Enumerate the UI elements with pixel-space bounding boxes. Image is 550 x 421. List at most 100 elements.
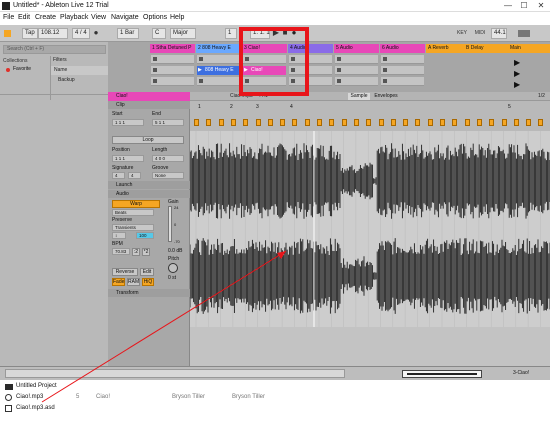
main-track[interactable]: Main ▶ ▶ ▶ <box>508 44 550 90</box>
waveform-display[interactable] <box>190 131 550 327</box>
audio-section-header[interactable]: Audio <box>108 190 190 198</box>
menu-options[interactable]: Options <box>143 14 167 21</box>
warp-marker[interactable] <box>390 119 396 126</box>
envelope-field[interactable]: 100 <box>136 232 154 239</box>
menu-view[interactable]: View <box>91 14 106 21</box>
midi-map-button[interactable]: MIDI <box>472 28 488 39</box>
warp-marker[interactable] <box>427 119 433 126</box>
collection-favorite[interactable]: Favorite <box>13 66 31 72</box>
menu-playback[interactable]: Playback <box>60 14 88 21</box>
fade-button[interactable]: Fade <box>112 278 125 286</box>
halve-tempo-button[interactable]: :2 <box>132 248 140 256</box>
stop-icon[interactable] <box>337 57 341 61</box>
warp-marker[interactable] <box>378 119 384 126</box>
stop-icon[interactable] <box>383 79 387 83</box>
clip-slot[interactable] <box>151 66 194 75</box>
warp-marker[interactable] <box>329 119 335 126</box>
length-field[interactable]: 4 0 0 <box>152 155 184 162</box>
clip-slot[interactable] <box>151 55 194 64</box>
warp-marker[interactable] <box>501 119 507 126</box>
track-1[interactable]: 1 Stha Detuned P <box>150 44 195 90</box>
warp-marker[interactable] <box>513 119 519 126</box>
gain-slider[interactable] <box>168 206 172 242</box>
warp-button[interactable]: Warp <box>112 200 160 208</box>
groove-select[interactable]: None <box>152 172 184 179</box>
scene-launch-icon[interactable]: ▶ <box>514 58 520 67</box>
beat-ruler[interactable]: 1 2 3 4 5 <box>190 101 550 131</box>
stop-icon[interactable] <box>153 68 157 72</box>
warp-marker[interactable] <box>255 119 261 126</box>
hiq-button[interactable]: HiQ <box>142 278 154 286</box>
warp-marker[interactable] <box>440 119 445 126</box>
key-map-button[interactable]: KEY <box>455 28 469 39</box>
filters-toggle[interactable]: Filters <box>53 57 67 63</box>
link-icon[interactable] <box>4 30 11 37</box>
ram-button[interactable]: RAM <box>127 278 140 286</box>
scene-launch-icon[interactable]: ▶ <box>514 69 520 78</box>
position-field[interactable]: 1 <box>225 28 237 39</box>
warp-marker[interactable] <box>526 119 532 126</box>
clip-slot[interactable] <box>381 55 424 64</box>
warp-marker[interactable] <box>194 119 199 126</box>
warp-marker[interactable] <box>292 119 298 126</box>
clip-name[interactable]: Ciao! <box>108 92 190 101</box>
close-button[interactable]: ✕ <box>535 1 547 10</box>
track-header[interactable]: 6 Audio <box>380 44 425 53</box>
file-name[interactable]: Ciao!.mp3.asd <box>16 405 55 411</box>
maximize-button[interactable]: ☐ <box>518 1 530 10</box>
stop-icon[interactable] <box>199 57 203 61</box>
scene-launch-icon[interactable]: ▶ <box>514 80 520 89</box>
stop-icon[interactable] <box>153 57 157 61</box>
clip-slot[interactable] <box>335 55 378 64</box>
position-field[interactable]: 1 1 1 <box>112 155 144 162</box>
menu-help[interactable]: Help <box>170 14 184 21</box>
warp-marker[interactable] <box>206 119 212 126</box>
bpm-field[interactable]: 70.83 <box>112 248 130 255</box>
stop-icon[interactable] <box>199 79 203 83</box>
track-header[interactable]: Main <box>508 44 550 53</box>
browser-search-input[interactable]: Search (Ctrl + F) <box>3 45 106 54</box>
warp-marker[interactable] <box>280 119 286 126</box>
clip-slot[interactable] <box>381 66 424 75</box>
minimize-button[interactable]: — <box>502 1 514 10</box>
menu-navigate[interactable]: Navigate <box>111 14 139 21</box>
warp-marker[interactable] <box>317 119 322 126</box>
clip-slot[interactable] <box>197 77 240 86</box>
selected-track-label[interactable]: 3-Ciao! <box>513 370 529 376</box>
overview-bar[interactable] <box>402 370 482 378</box>
stop-icon[interactable] <box>383 57 387 61</box>
stop-icon[interactable] <box>337 79 341 83</box>
clip-slot[interactable] <box>381 77 424 86</box>
warp-marker[interactable] <box>538 119 544 126</box>
warp-marker[interactable] <box>464 119 470 126</box>
warp-marker[interactable] <box>230 119 236 126</box>
warp-marker[interactable] <box>341 119 347 126</box>
clip-slot[interactable] <box>335 77 378 86</box>
warp-marker[interactable] <box>267 119 273 126</box>
clip-slot[interactable] <box>151 77 194 86</box>
name-column-header[interactable]: Name <box>51 66 108 75</box>
warp-marker[interactable] <box>304 119 310 126</box>
reverse-button[interactable]: Reverse <box>112 268 138 276</box>
loop-mode-select[interactable]: ↕ <box>112 232 126 239</box>
clip-section-header[interactable]: Clip <box>108 101 190 109</box>
clip-slot[interactable] <box>197 55 240 64</box>
tab-sample[interactable]: Sample <box>348 93 370 100</box>
preserve-select[interactable]: Transients <box>112 224 154 231</box>
warp-marker[interactable] <box>366 119 372 126</box>
tap-button[interactable]: Tap <box>22 28 38 39</box>
track-2[interactable]: 2 808 Heavy E 808 Heavy E <box>196 44 241 90</box>
project-folder[interactable]: Untitled Project <box>16 383 57 389</box>
warp-marker[interactable] <box>243 119 249 126</box>
tempo-field[interactable]: 108.12 <box>38 28 68 39</box>
pitch-knob[interactable] <box>168 263 178 273</box>
browser-item-backup[interactable]: Backup <box>58 77 75 83</box>
track-header[interactable]: B Delay <box>464 44 509 53</box>
edit-button[interactable]: Edit <box>140 268 154 276</box>
track-header[interactable]: 1 Stha Detuned P <box>150 44 195 53</box>
warp-marker[interactable] <box>415 119 421 126</box>
track-header[interactable]: 2 808 Heavy E <box>196 44 241 53</box>
menu-edit[interactable]: Edit <box>18 14 30 21</box>
signature-numerator[interactable]: 4 <box>112 172 125 179</box>
track-header[interactable]: 5 Audio <box>334 44 379 53</box>
